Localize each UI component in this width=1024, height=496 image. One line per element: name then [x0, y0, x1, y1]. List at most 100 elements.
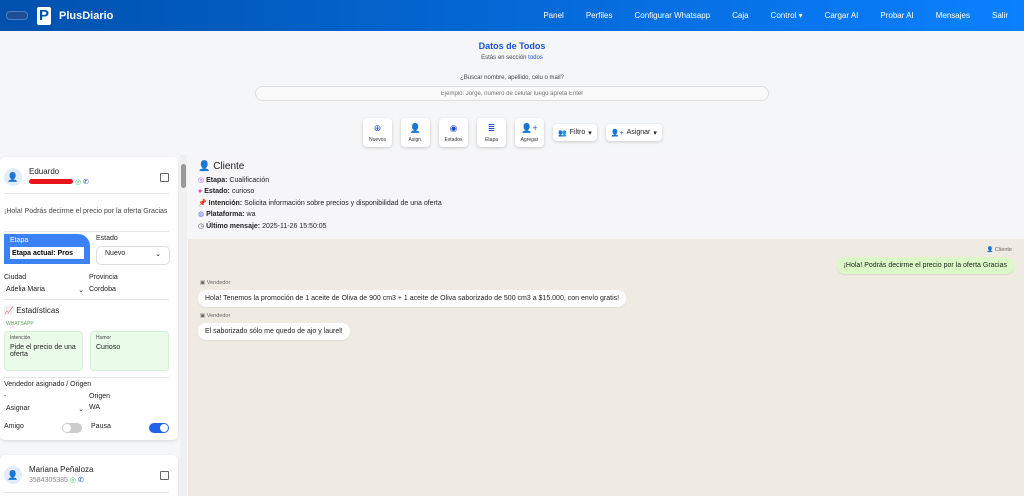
redacted-phone [29, 179, 73, 184]
nav-salir[interactable]: Salir [992, 11, 1008, 20]
contact-card[interactable]: 👤 Mariana Peñaloza 3584305385 ◎ ✆ [0, 455, 178, 496]
nuevos-label: Nuevos [369, 136, 386, 143]
phone-icon[interactable]: ✆ [83, 179, 89, 186]
provincia-label: Provincia [89, 274, 118, 281]
status-icon: ◉ [449, 122, 458, 133]
asign-button[interactable]: 👤 Asign. [401, 118, 430, 147]
client-plataforma: ◍ Plataforma: wa [198, 211, 256, 219]
client-intencion: 📌 Intención: Solicita información sobre … [198, 199, 442, 207]
humor-box: Humor Curioso [90, 331, 169, 371]
nav-cargar-ai[interactable]: Cargar AI [825, 11, 859, 20]
page-subtitle: Estás en sección todos [0, 55, 1024, 61]
phone-icon[interactable]: ✆ [78, 477, 84, 484]
sender-label: 👤 Cliente [986, 247, 1012, 253]
client-title-text: Cliente [213, 161, 245, 172]
etapa-field: Etapa [4, 234, 90, 264]
phone-number: 3584305385 [29, 477, 68, 484]
asignar-dropdown[interactable]: 👤+ Asignar ▾ [605, 124, 662, 141]
nav-panel[interactable]: Panel [543, 11, 563, 20]
humor-value: Curioso [96, 344, 121, 351]
contact-card[interactable]: 👤 Eduardo ◎ ✆ ¡Hola! Podrás decirme el p… [0, 157, 178, 440]
brand-name[interactable]: PlusDiario [59, 10, 113, 22]
menu-toggle-button[interactable] [6, 11, 28, 20]
avatar: 👤 [4, 168, 22, 186]
nav-configurar-whatsapp[interactable]: Configurar Whatsapp [635, 11, 711, 20]
vendedor-select[interactable]: Asignar ⌄ [6, 405, 84, 413]
agregar-button[interactable]: 👤+ Agregar [515, 118, 544, 147]
brain-icon: ● [198, 188, 203, 196]
source-badge: WHATSAPP [6, 321, 34, 327]
ciudad-label: Ciudad [4, 274, 27, 281]
etapa-button[interactable]: ≣ Etapa [477, 118, 506, 147]
vendedor-value: Asignar [6, 405, 30, 412]
contact-phone: 3584305385 ◎ ✆ [29, 476, 84, 484]
client-ultimo: ◷ Último mensaje: 2025-11-26 15:50:05 [198, 222, 327, 230]
message-bubble: ¡Hola! Podrás decirme el precio por la o… [836, 257, 1014, 274]
contact-phone: ◎ ✆ [29, 178, 89, 186]
select-checkbox[interactable] [160, 471, 169, 480]
etapa-input[interactable] [10, 247, 84, 259]
client-title: 👤 Cliente [198, 161, 1014, 173]
stats-title: 📈 Estadísticas [4, 306, 59, 315]
nav-mensajes[interactable]: Mensajes [936, 11, 970, 20]
user-plus-icon: 👤+ [521, 122, 538, 133]
globe-icon: ◍ [198, 211, 205, 219]
section-link[interactable]: todos [528, 55, 543, 61]
whatsapp-icon[interactable]: ◎ [70, 477, 76, 484]
humor-label: Humor [96, 335, 112, 341]
contact-name: Mariana Peñaloza [29, 465, 94, 474]
pin-icon: 📌 [198, 199, 207, 207]
user-check-icon: 👤 [409, 122, 422, 133]
chart-line-icon: 📈 [4, 306, 14, 315]
origen-value: WA [89, 404, 101, 411]
select-checkbox[interactable] [160, 173, 169, 182]
users-icon: 👥 [558, 129, 567, 137]
toolbar: ⊕ Nuevos 👤 Asign. ◉ Estados ≣ Etapa 👤+ Agrega… [363, 118, 662, 147]
nav-perfiles[interactable]: Perfiles [586, 11, 613, 20]
asignar-label: Asignar [626, 129, 651, 136]
intencion-value: Pide el precio de una oferta [10, 344, 76, 358]
plus-circle-icon: ⊕ [373, 122, 382, 133]
page-title: Datos de Todos [478, 41, 546, 51]
subtitle-text: Estás en sección [481, 55, 527, 61]
last-message: ¡Hola! Podrás decirme el precio por la o… [4, 208, 168, 215]
filtro-dropdown[interactable]: 👥 Filtro ▾ [553, 124, 597, 141]
stats-title-text: Estadísticas [16, 306, 60, 315]
estado-label: Estado [96, 235, 118, 242]
intencion-box: Intención Pide el precio de una oferta [4, 331, 83, 371]
layers-icon: ≣ [487, 122, 496, 133]
nav-probar-ai[interactable]: Probar AI [880, 11, 913, 20]
chevron-down-icon: ▾ [588, 129, 592, 137]
clock-icon: ◷ [198, 222, 205, 230]
asign-label: Asign. [408, 136, 423, 143]
intencion-label: Intención [10, 335, 31, 341]
message-bubble: Hola! Tenemos la promoción de 1 aceite d… [198, 290, 627, 307]
pausa-toggle[interactable] [149, 423, 169, 433]
estados-label: Estados [444, 136, 463, 143]
client-estado: ● Estado: curioso [198, 188, 255, 196]
vendedor-current: - [4, 393, 7, 400]
ciudad-select[interactable]: Adelia Maria ⌄ [6, 286, 84, 294]
agregar-label: Agregar [520, 136, 539, 143]
chevron-down-icon: ▾ [653, 129, 657, 137]
avatar: 👤 [4, 466, 22, 484]
user-plus-icon: 👤+ [610, 129, 624, 137]
etapa-label: Etapa [10, 237, 29, 244]
sender-label: ▣ Vendedor [200, 280, 231, 286]
estados-button[interactable]: ◉ Estados [439, 118, 468, 147]
amigo-toggle[interactable]: .tog.off::after{left:1px} [62, 423, 82, 433]
filtro-label: Filtro [569, 129, 586, 136]
origen-label: Origen [89, 393, 111, 400]
provincia-value: Cordoba [89, 286, 116, 293]
etapa-label: Etapa [484, 136, 499, 143]
estado-select[interactable]: Nuevo ⌄ [96, 246, 170, 265]
contact-list-scrollbar[interactable] [180, 155, 187, 496]
search-input[interactable] [255, 86, 769, 101]
nav-control[interactable]: Control ▾ [771, 11, 803, 20]
contact-list: 👤 Eduardo ◎ ✆ ¡Hola! Podrás decirme el p… [0, 155, 188, 496]
amigo-label: Amigo [4, 423, 24, 430]
nuevos-button[interactable]: ⊕ Nuevos [363, 118, 392, 147]
whatsapp-icon[interactable]: ◎ [75, 179, 81, 186]
nav-caja[interactable]: Caja [732, 11, 748, 20]
estado-value: Nuevo [105, 250, 126, 257]
